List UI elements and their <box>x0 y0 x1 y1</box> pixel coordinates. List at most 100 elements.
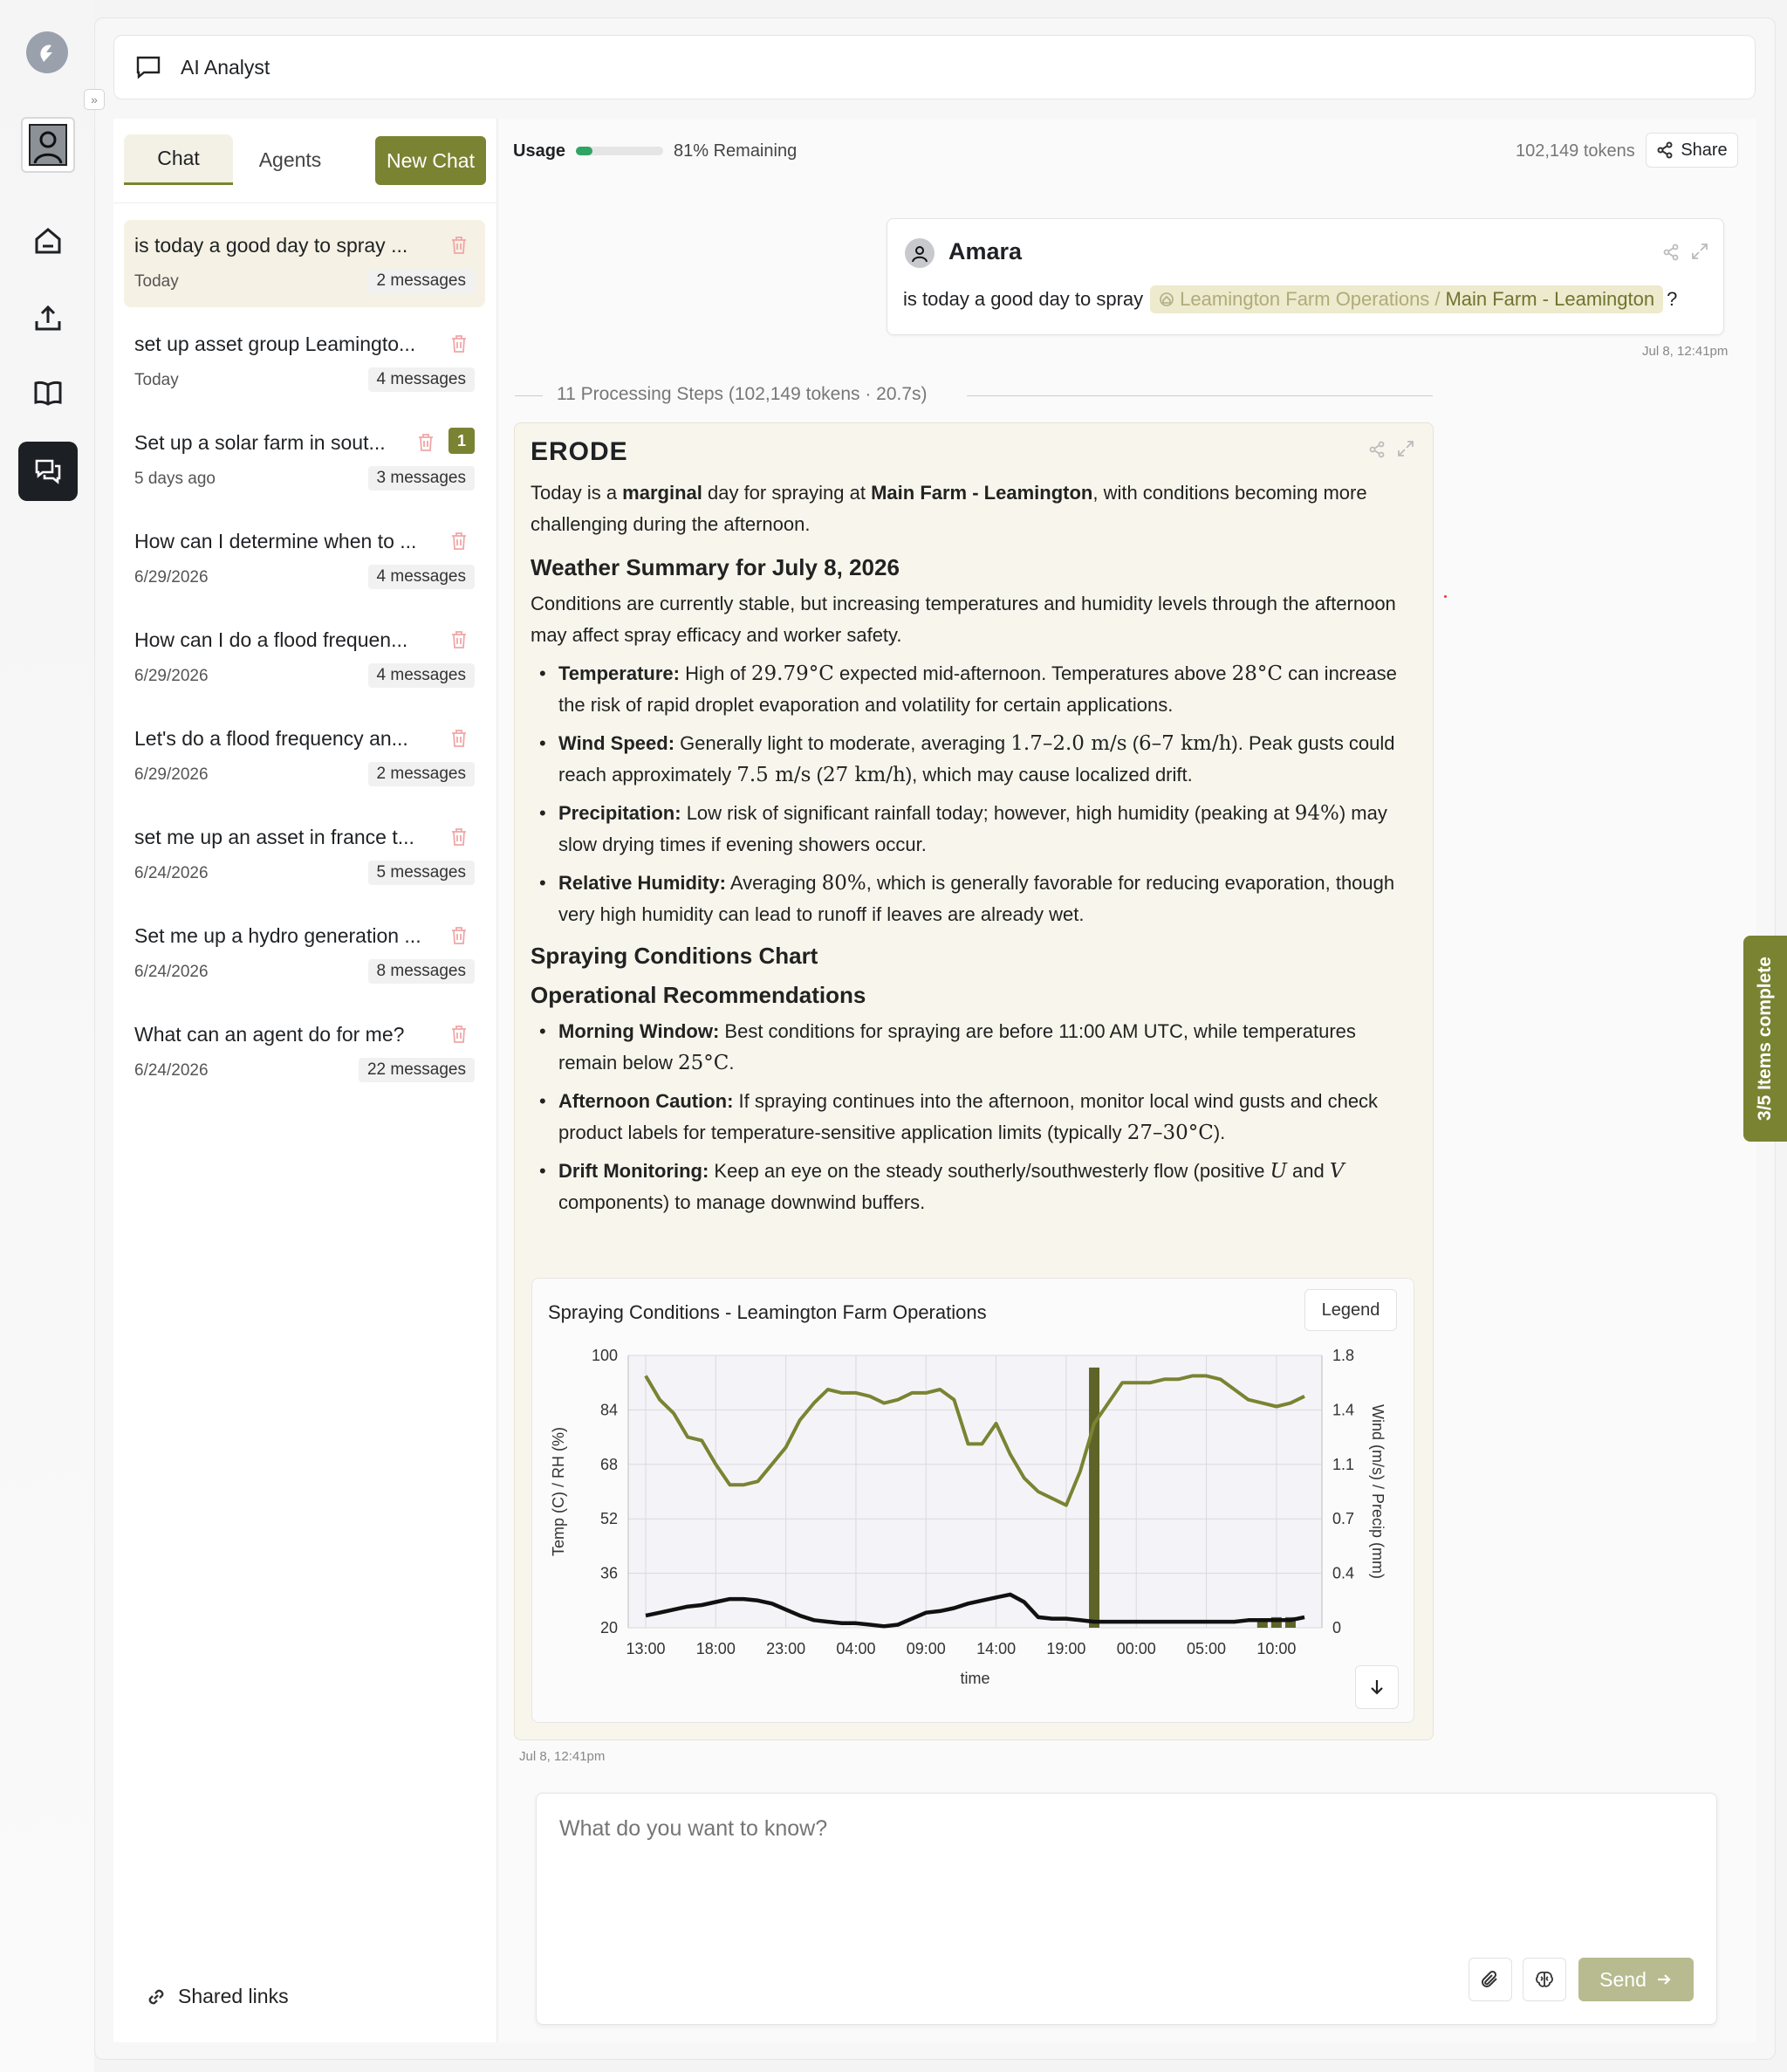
brand-logo: ERODE <box>531 437 628 466</box>
asset-chip-name: Main Farm - Leamington <box>1445 288 1655 310</box>
user-name: Amara <box>948 238 1023 264</box>
conversation-item[interactable]: What can an agent do for me? 6/24/2026 22 … <box>124 1009 485 1096</box>
message-count: 2 messages <box>367 269 475 293</box>
home-icon[interactable] <box>18 211 78 271</box>
arrow-down-icon <box>1371 1680 1383 1695</box>
share-message-icon[interactable] <box>1662 244 1680 261</box>
message-count: 8 messages <box>367 959 475 984</box>
x-tick-label: 05:00 <box>1187 1640 1226 1657</box>
trash-icon[interactable] <box>450 630 468 649</box>
conversation-date: 6/24/2026 <box>134 1061 209 1080</box>
precip-bar <box>1089 1367 1100 1628</box>
usage-remaining: 81% Remaining <box>674 141 798 161</box>
usage-bar-fill <box>576 147 592 155</box>
conversation-item[interactable]: How can I determine when to ... 6/29/2026… <box>124 516 485 603</box>
tab-chat[interactable]: Chat <box>124 134 233 185</box>
user-message-time: Jul 8, 12:41pm <box>1642 344 1729 359</box>
humidity-item: Relative Humidity: Averaging 80%, which … <box>531 868 1412 930</box>
chat-input[interactable] <box>559 1816 1606 1930</box>
expand-response-icon[interactable] <box>1396 439 1415 458</box>
conversation-item[interactable]: Set up a solar farm in sout... 5 days ago… <box>124 417 485 504</box>
conversation-date: 6/29/2026 <box>134 667 209 685</box>
conversation-title: set me up an asset in france t... <box>134 826 414 848</box>
tasks-progress-label: 3/5 Items complete <box>1755 957 1776 1121</box>
shared-links-label: Shared links <box>178 1985 289 2007</box>
user-avatar-small <box>905 238 935 268</box>
plot-area <box>628 1355 1322 1628</box>
collapse-sidebar-icon[interactable]: » <box>84 89 105 110</box>
brain-icon <box>1536 1971 1553 1987</box>
share-label: Share <box>1681 140 1728 160</box>
trash-icon[interactable] <box>450 827 468 847</box>
share-icon <box>1657 141 1673 159</box>
chart-heading: Spraying Conditions Chart <box>531 943 818 969</box>
attach-button[interactable] <box>1469 1958 1512 2001</box>
home-small-icon <box>1160 292 1174 306</box>
trash-icon[interactable] <box>450 1025 468 1044</box>
trash-icon[interactable] <box>450 926 468 945</box>
shared-links[interactable]: Shared links <box>145 1985 289 2008</box>
download-chart-button[interactable] <box>1355 1665 1399 1709</box>
token-count: 102,149 tokens <box>1516 141 1635 161</box>
trash-icon[interactable] <box>450 729 468 748</box>
paperclip-icon <box>1482 1970 1497 1987</box>
y-right-tick-label: 0.4 <box>1332 1565 1354 1582</box>
processing-steps[interactable]: 11 Processing Steps (102,149 tokens · 20… <box>557 384 928 405</box>
temperature-item: Temperature: High of 29.79°C expected mi… <box>531 658 1412 721</box>
user-avatar[interactable] <box>21 117 75 173</box>
agent-select-button[interactable] <box>1523 1958 1566 2001</box>
x-tick-label: 19:00 <box>1046 1640 1085 1657</box>
conversation-item[interactable]: Let's do a flood frequency an... 6/29/202… <box>124 713 485 800</box>
y-right-axis-label: Wind (m/s) / Precip (mm) <box>1369 1404 1386 1579</box>
conversation-item[interactable]: How can I do a flood frequen... 6/29/2026… <box>124 614 485 702</box>
arrow-right-icon <box>1657 1974 1671 1985</box>
message-count: 3 messages <box>367 466 475 491</box>
y-right-tick-label: 1.4 <box>1332 1401 1354 1418</box>
y-left-tick-label: 36 <box>600 1565 618 1582</box>
app-logo[interactable] <box>26 31 68 73</box>
conversation-title: How can I determine when to ... <box>134 530 417 552</box>
new-chat-button[interactable]: New Chat <box>375 136 486 185</box>
conversation-title: How can I do a flood frequen... <box>134 628 408 651</box>
trash-icon[interactable] <box>417 433 435 452</box>
asset-chip-org: Leamington Farm Operations <box>1180 288 1430 310</box>
chat-nav-icon[interactable] <box>18 442 78 501</box>
conversation-item[interactable]: is today a good day to spray ... Today 2 m… <box>124 220 485 307</box>
send-button[interactable]: Send <box>1578 1958 1694 2001</box>
y-right-tick-label: 0.7 <box>1332 1510 1354 1527</box>
trash-icon[interactable] <box>450 532 468 551</box>
trash-icon[interactable] <box>450 334 468 353</box>
top-header: AI Analyst <box>113 35 1756 99</box>
conversation-date: Today <box>134 371 179 389</box>
conversation-item[interactable]: Set me up a hydro generation ... 6/24/202… <box>124 910 485 998</box>
x-tick-label: 13:00 <box>626 1640 665 1657</box>
weather-list: Temperature: High of 29.79°C expected mi… <box>531 658 1412 930</box>
trash-icon[interactable] <box>450 236 468 255</box>
x-tick-label: 14:00 <box>976 1640 1016 1657</box>
weather-summary: Conditions are currently stable, but inc… <box>531 593 1396 646</box>
share-button[interactable]: Share <box>1646 133 1738 168</box>
chat-bubble-icon <box>136 56 161 79</box>
x-tick-label: 23:00 <box>766 1640 805 1657</box>
link-icon <box>148 1989 164 2004</box>
book-icon[interactable] <box>18 363 78 422</box>
x-tick-label: 00:00 <box>1117 1640 1156 1657</box>
user-message-text: is today a good day to spray <box>903 288 1144 310</box>
expand-icon[interactable] <box>1690 242 1709 261</box>
nav-rail <box>0 0 94 2072</box>
upload-icon[interactable] <box>18 288 78 347</box>
y-left-tick-label: 52 <box>600 1510 618 1527</box>
x-tick-label: 04:00 <box>836 1640 875 1657</box>
message-count: 4 messages <box>367 367 475 392</box>
unread-badge: 1 <box>448 428 475 454</box>
share-response-icon[interactable] <box>1368 441 1386 458</box>
y-left-tick-label: 100 <box>592 1347 618 1364</box>
conversation-item[interactable]: set up asset group Leamingto... Today 4 me… <box>124 319 485 406</box>
tasks-progress-tab[interactable]: 3/5 Items complete <box>1743 936 1787 1142</box>
conversation-date: Today <box>134 272 179 291</box>
spraying-chart: Spraying Conditions - Leamington Farm Op… <box>531 1278 1414 1723</box>
conversation-item[interactable]: set me up an asset in france t... 6/24/20… <box>124 812 485 899</box>
asset-chip[interactable]: Leamington Farm Operations / Main Farm -… <box>1150 285 1664 313</box>
message-count: 4 messages <box>367 663 475 688</box>
tab-agents[interactable]: Agents <box>236 134 345 185</box>
